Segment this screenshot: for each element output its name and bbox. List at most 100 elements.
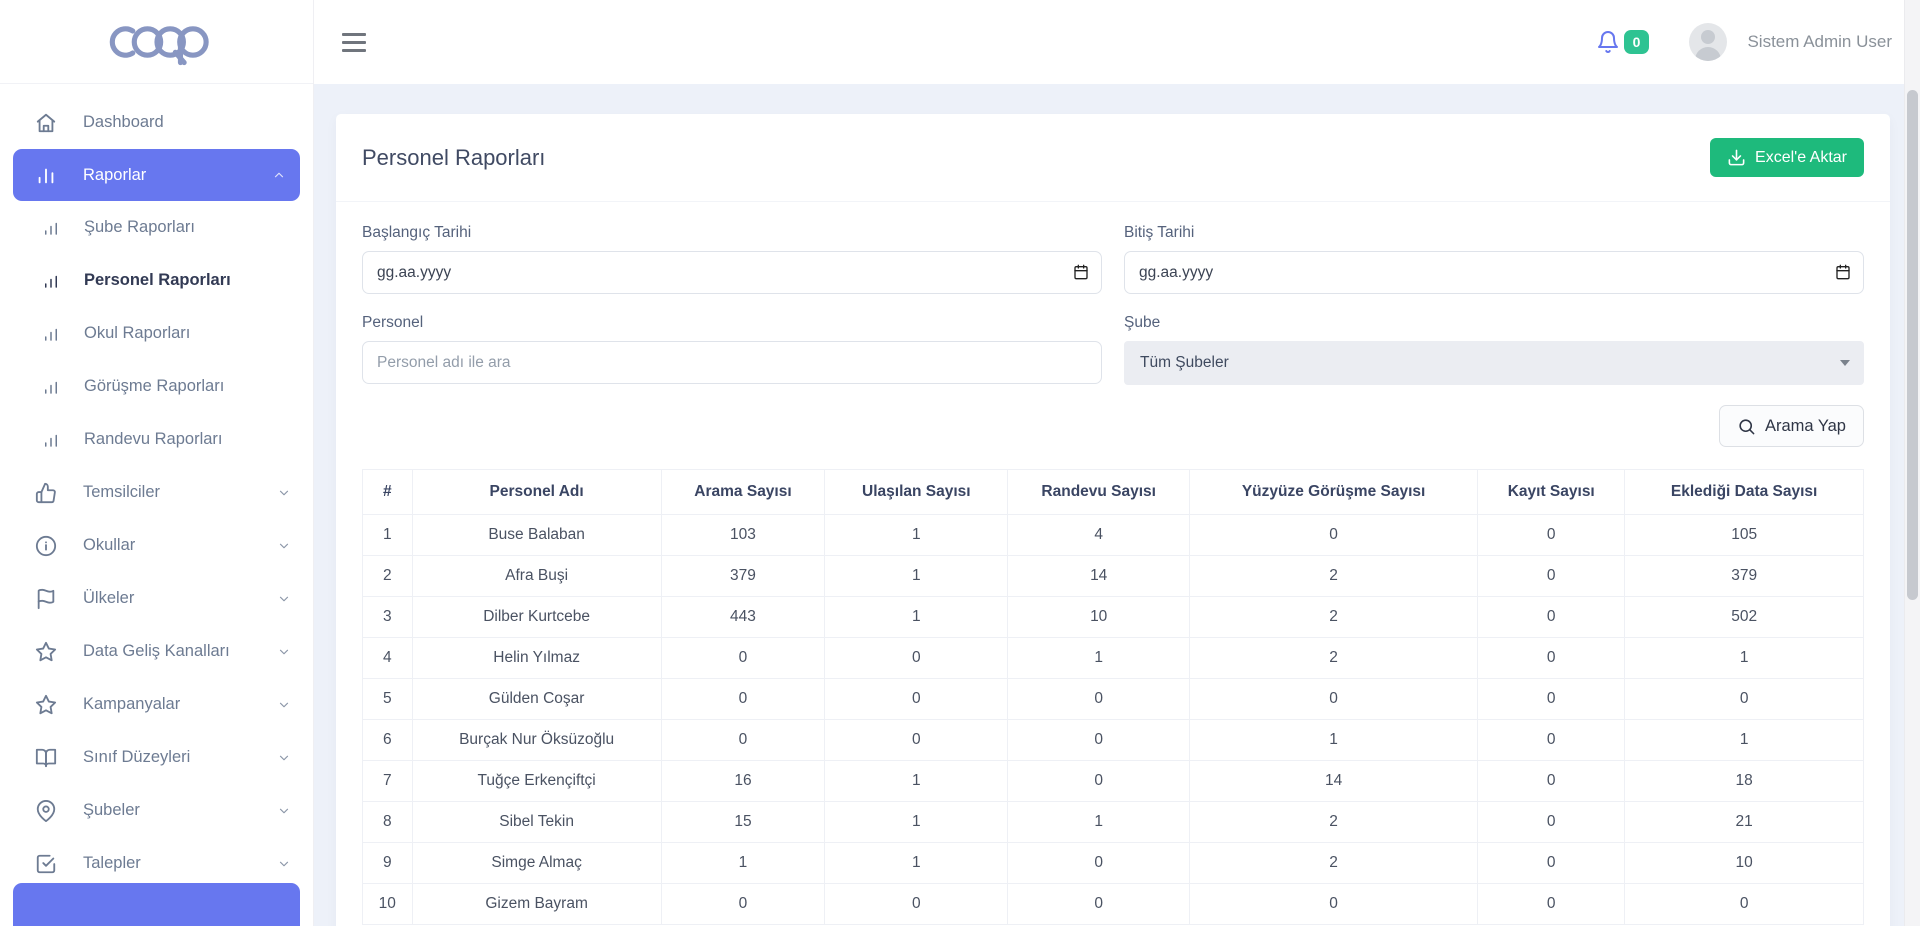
table-cell: 0 [661, 679, 825, 720]
flag-icon [35, 588, 57, 610]
bar-chart-icon [42, 323, 60, 345]
table-cell: 0 [1478, 638, 1625, 679]
bell-icon [1596, 30, 1620, 54]
sidebar-item-ulkeler[interactable]: Ülkeler [0, 572, 313, 625]
table-cell: 0 [1478, 884, 1625, 925]
sidebar-item-label: Temsilciler [83, 483, 277, 502]
column-header: Personel Adı [412, 470, 661, 515]
table-row: 5Gülden Coşar000000 [363, 679, 1864, 720]
home-icon [35, 112, 57, 134]
sidebar-item-raporlar[interactable]: Raporlar [13, 149, 300, 201]
table-cell: 3 [363, 597, 413, 638]
start-date-input[interactable] [362, 251, 1102, 294]
table-cell: 2 [1190, 556, 1478, 597]
sidebar-item-sube-raporlari[interactable]: Şube Raporları [0, 201, 313, 254]
end-date-input[interactable] [1124, 251, 1864, 294]
table-row: 3Dilber Kurtcebe44311020502 [363, 597, 1864, 638]
table-body: 1Buse Balaban10314001052Afra Buşi3791142… [363, 515, 1864, 925]
sidebar-item-data-gelis-kanallari[interactable]: Data Geliş Kanalları [0, 625, 313, 678]
sidebar-item-okullar[interactable]: Okullar [0, 519, 313, 572]
table-header: # Personel Adı Arama Sayısı Ulaşılan Say… [363, 470, 1864, 515]
table-cell: Sibel Tekin [412, 802, 661, 843]
card-header: Personel Raporları Excel'e Aktar [336, 114, 1890, 202]
bar-chart-icon [42, 376, 60, 398]
sidebar-item-okul-raporlari[interactable]: Okul Raporları [0, 307, 313, 360]
page-title: Personel Raporları [362, 145, 545, 171]
sidebar-item-partial[interactable] [13, 883, 300, 926]
table-cell: Buse Balaban [412, 515, 661, 556]
sidebar-item-label: Personel Raporları [84, 271, 291, 290]
sidebar-item-label: Görüşme Raporları [84, 377, 291, 396]
bar-chart-icon [35, 164, 57, 186]
sidebar-item-kampanyalar[interactable]: Kampanyalar [0, 678, 313, 731]
table-cell: 0 [1478, 761, 1625, 802]
sidebar-item-label: Şube Raporları [84, 218, 291, 237]
table-cell: 18 [1625, 761, 1864, 802]
table-cell: 1 [825, 843, 1008, 884]
scrollbar-thumb[interactable] [1907, 90, 1918, 600]
personel-field: Personel [362, 314, 1102, 385]
table-cell: 0 [825, 638, 1008, 679]
table-cell: 443 [661, 597, 825, 638]
table-cell: Gizem Bayram [412, 884, 661, 925]
personel-label: Personel [362, 314, 1102, 332]
report-table: # Personel Adı Arama Sayısı Ulaşılan Say… [362, 469, 1864, 925]
end-date-field: Bitiş Tarihi [1124, 224, 1864, 294]
table-row: 4Helin Yılmaz001201 [363, 638, 1864, 679]
table-cell: 1 [363, 515, 413, 556]
sidebar-item-sinif-duzeyleri[interactable]: Sınıf Düzeyleri [0, 731, 313, 784]
personel-search-input[interactable] [362, 341, 1102, 384]
book-icon [35, 747, 57, 769]
user-name[interactable]: Sistem Admin User [1747, 32, 1892, 52]
table-cell: 1 [825, 761, 1008, 802]
sidebar-nav: Dashboard Raporlar Şube Raporları P [0, 84, 313, 890]
sidebar-item-randevu-raporlari[interactable]: Randevu Raporları [0, 413, 313, 466]
sidebar-item-label: Okullar [83, 536, 277, 555]
table-cell: 14 [1008, 556, 1190, 597]
top-bar: 0 Sistem Admin User [314, 0, 1920, 84]
column-header: # [363, 470, 413, 515]
sube-select[interactable]: Tüm Şubeler [1124, 341, 1864, 385]
table-cell: 4 [363, 638, 413, 679]
sube-label: Şube [1124, 314, 1864, 332]
table-cell: 502 [1625, 597, 1864, 638]
table-cell: Tuğçe Erkençiftçi [412, 761, 661, 802]
chevron-up-icon [272, 168, 286, 182]
table-row: 6Burçak Nur Öksüzoğlu000101 [363, 720, 1864, 761]
export-excel-button[interactable]: Excel'e Aktar [1710, 138, 1864, 177]
select-arrow-icon [1840, 360, 1850, 366]
table-cell: 7 [363, 761, 413, 802]
sidebar-item-label: Dashboard [83, 113, 291, 132]
table-cell: 2 [1190, 843, 1478, 884]
table-cell: 0 [1478, 720, 1625, 761]
search-button[interactable]: Arama Yap [1719, 405, 1864, 447]
hamburger-menu-icon[interactable] [342, 28, 366, 57]
avatar[interactable] [1689, 23, 1727, 61]
sidebar-item-temsilciler[interactable]: Temsilciler [0, 466, 313, 519]
scrollbar[interactable] [1904, 0, 1920, 926]
map-pin-icon [35, 800, 57, 822]
table-cell: 0 [1190, 679, 1478, 720]
card-body: Başlangıç Tarihi Bitiş Tarihi [336, 202, 1890, 925]
search-button-label: Arama Yap [1765, 417, 1846, 436]
table-cell: 0 [1478, 515, 1625, 556]
sidebar-item-subeler[interactable]: Şubeler [0, 784, 313, 837]
notifications-button[interactable]: 0 [1596, 30, 1650, 54]
column-header: Yüzyüze Görüşme Sayısı [1190, 470, 1478, 515]
export-excel-label: Excel'e Aktar [1755, 149, 1847, 167]
sidebar-item-gorusme-raporlari[interactable]: Görüşme Raporları [0, 360, 313, 413]
calendar-icon[interactable] [1073, 264, 1089, 280]
logo[interactable] [0, 0, 313, 84]
sidebar-item-label: Ülkeler [83, 589, 277, 608]
bar-chart-icon [42, 217, 60, 239]
sidebar-item-personel-raporlari[interactable]: Personel Raporları [0, 254, 313, 307]
table-cell: 6 [363, 720, 413, 761]
sidebar-item-dashboard[interactable]: Dashboard [0, 96, 313, 149]
table-cell: Burçak Nur Öksüzoğlu [412, 720, 661, 761]
table-cell: Dilber Kurtcebe [412, 597, 661, 638]
calendar-icon[interactable] [1835, 264, 1851, 280]
column-header: Randevu Sayısı [1008, 470, 1190, 515]
end-date-label: Bitiş Tarihi [1124, 224, 1864, 242]
download-icon [1727, 148, 1746, 167]
column-header: Ulaşılan Sayısı [825, 470, 1008, 515]
